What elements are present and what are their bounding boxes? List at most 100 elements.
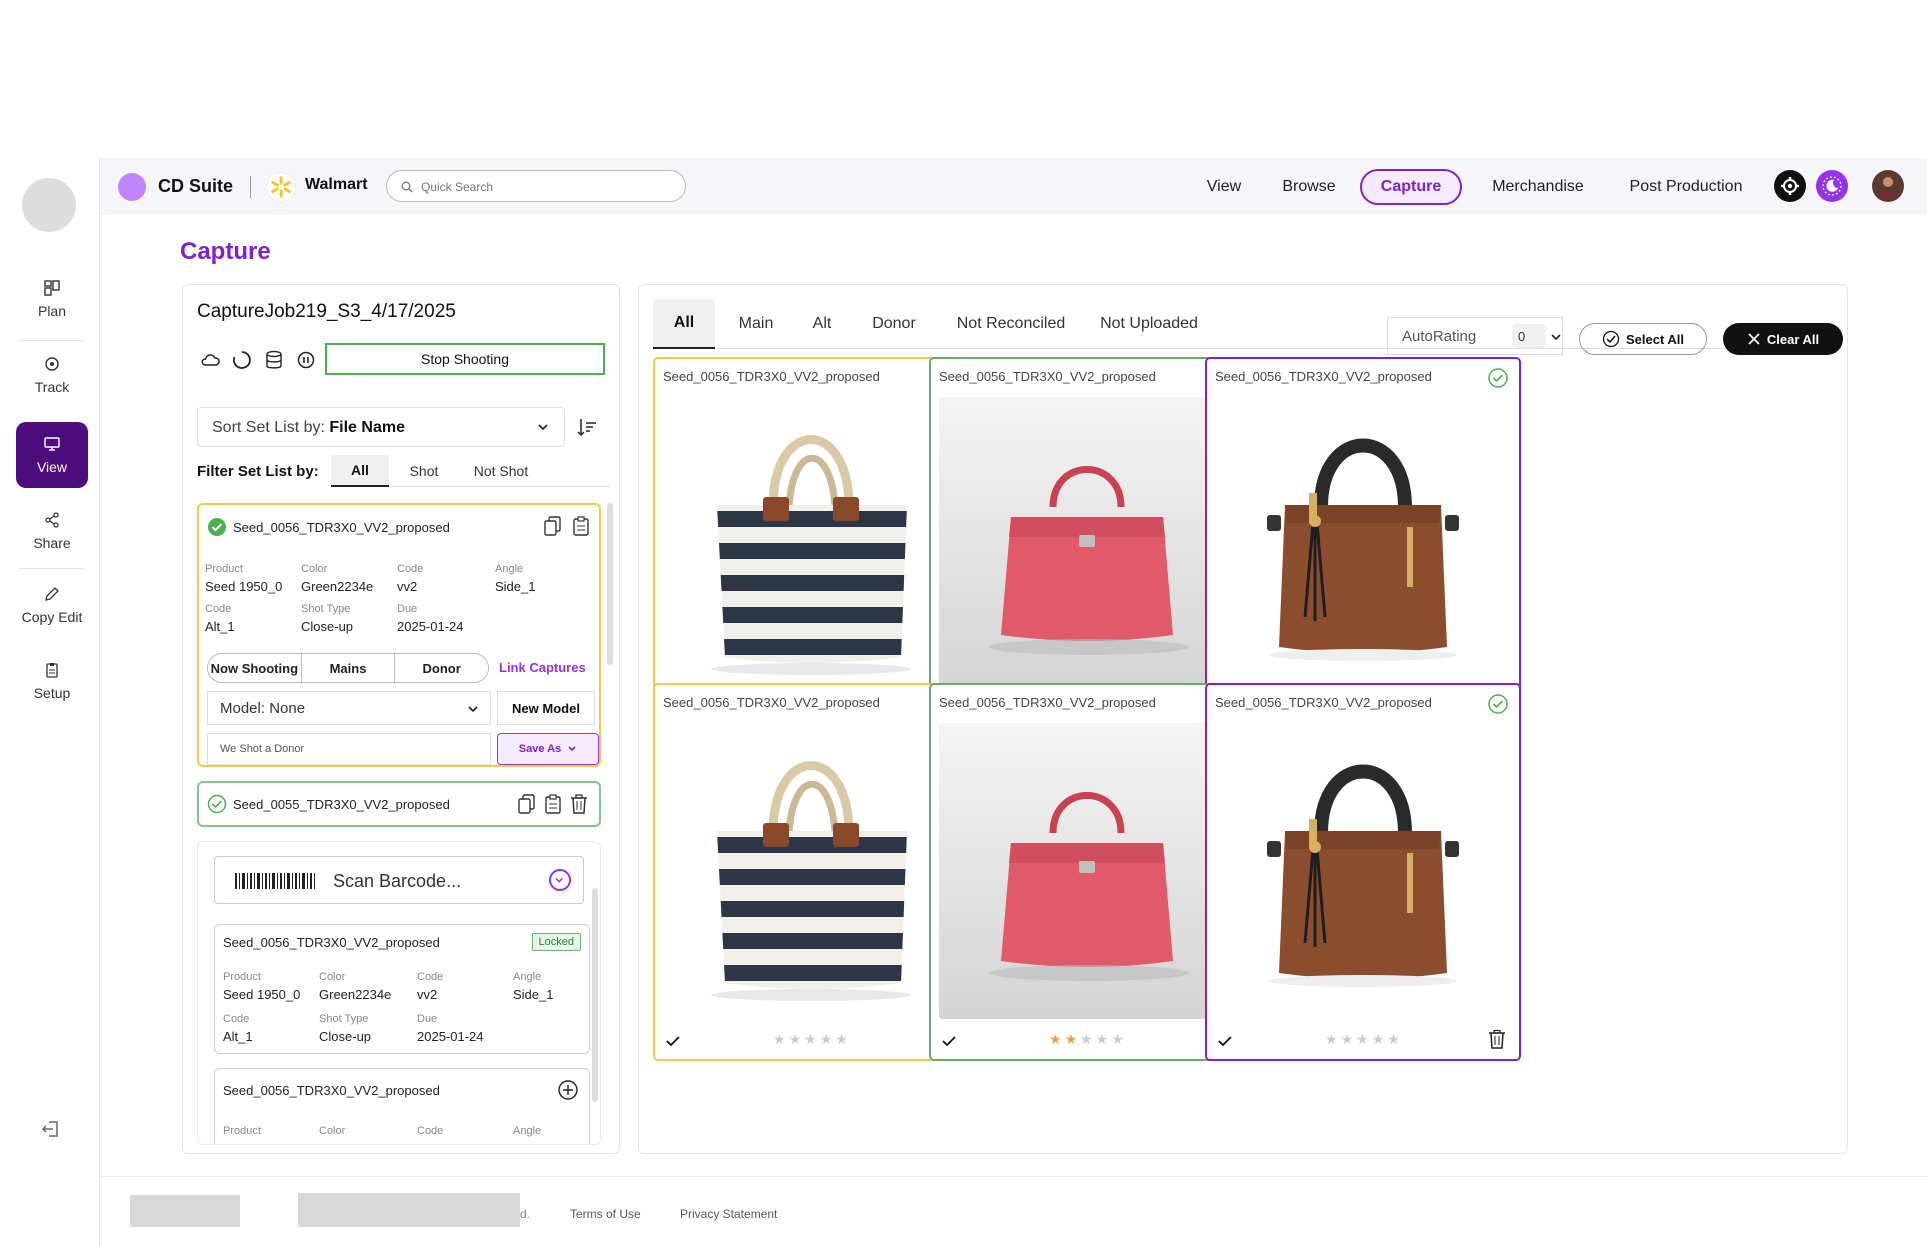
star-icon[interactable]: ★ — [804, 1031, 820, 1047]
star-rating[interactable]: ★★★★★ — [1049, 1031, 1127, 1048]
tab-main[interactable]: Main — [723, 299, 789, 349]
autorating-select[interactable]: AutoRating 0 — [1387, 317, 1563, 355]
terms-of-use-link[interactable]: Terms of Use — [570, 1207, 641, 1221]
checkmark-icon[interactable] — [1217, 1033, 1233, 1049]
database-icon[interactable] — [263, 349, 285, 371]
new-model-button[interactable]: New Model — [497, 691, 595, 725]
tab-not-reconciled[interactable]: Not Reconciled — [945, 299, 1077, 349]
scanned-set-card[interactable]: Seed_0056_TDR3X0_VV2_proposed Locked Pro… — [214, 924, 590, 1054]
star-rating[interactable]: ★★★★★ — [773, 1031, 851, 1048]
filter-tab-shot[interactable]: Shot — [395, 455, 453, 487]
filter-tab-all[interactable]: All — [331, 455, 389, 487]
capture-tile[interactable]: Seed_0056_TDR3X0_VV2_proposed ★★★★★ — [1205, 357, 1521, 735]
cloud-icon[interactable] — [199, 349, 221, 371]
star-icon[interactable]: ★ — [1065, 1031, 1081, 1047]
scanned-set-card[interactable]: Seed_0056_TDR3X0_VV2_proposed Product Co… — [214, 1068, 590, 1144]
capture-tile[interactable]: Seed_0056_TDR3X0_VV2_proposed ★★★★★ — [653, 683, 969, 1061]
nav-merchandise[interactable]: Merchandise — [1476, 169, 1600, 205]
sidebar-item-view[interactable]: View — [16, 422, 88, 488]
product-image-striped-tote[interactable] — [663, 723, 959, 1019]
divider — [18, 340, 84, 341]
stop-shooting-button[interactable]: Stop Shooting — [325, 343, 605, 375]
star-icon[interactable]: ★ — [1387, 1031, 1403, 1047]
sort-select[interactable]: Sort Set List by: File Name — [197, 407, 565, 447]
clipboard-icon[interactable] — [543, 793, 563, 815]
product-image-brown-tote[interactable] — [1215, 723, 1511, 1019]
chevron-down-icon — [538, 424, 548, 431]
star-icon[interactable]: ★ — [1341, 1031, 1357, 1047]
star-icon[interactable]: ★ — [835, 1031, 851, 1047]
settings-gear-icon[interactable] — [1774, 170, 1806, 202]
user-avatar[interactable] — [1872, 170, 1904, 202]
trash-icon[interactable] — [1487, 1029, 1507, 1049]
star-icon[interactable]: ★ — [1049, 1031, 1065, 1047]
nav-capture[interactable]: Capture — [1360, 169, 1462, 205]
mains-button[interactable]: Mains — [302, 654, 396, 682]
capture-tile[interactable]: Seed_0056_TDR3X0_VV2_proposed ★★★★★ — [929, 683, 1245, 1061]
capture-tile[interactable]: Seed_0056_TDR3X0_VV2_proposed ★★★★★ — [653, 357, 969, 735]
link-captures-link[interactable]: Link Captures — [499, 660, 586, 675]
avatar[interactable] — [22, 178, 76, 232]
search-bar[interactable] — [386, 170, 686, 202]
product-image-brown-tote[interactable] — [1215, 397, 1511, 693]
product-image-striped-tote[interactable] — [663, 397, 959, 693]
capture-tile[interactable]: Seed_0056_TDR3X0_VV2_proposed ★★★★★ — [929, 357, 1245, 735]
save-as-button[interactable]: Save As — [497, 733, 599, 765]
star-icon[interactable]: ★ — [789, 1031, 805, 1047]
clear-all-button[interactable]: Clear All — [1723, 323, 1843, 355]
copy-icon[interactable] — [517, 793, 537, 815]
nav-post-production[interactable]: Post Production — [1616, 169, 1756, 205]
checkmark-icon[interactable] — [941, 1033, 957, 1049]
tab-alt[interactable]: Alt — [797, 299, 847, 349]
tab-donor[interactable]: Donor — [857, 299, 931, 349]
checkmark-icon[interactable] — [665, 1033, 681, 1049]
chevron-down-icon[interactable] — [549, 869, 571, 891]
star-icon[interactable]: ★ — [1372, 1031, 1388, 1047]
tab-not-uploaded[interactable]: Not Uploaded — [1087, 299, 1211, 349]
check-circle-icon[interactable] — [1487, 367, 1509, 389]
nav-view[interactable]: View — [1196, 169, 1252, 205]
star-icon[interactable]: ★ — [1356, 1031, 1372, 1047]
capture-name: Seed_0056_TDR3X0_VV2_proposed — [663, 369, 880, 384]
sidebar-item-copy-edit[interactable]: Copy Edit — [16, 572, 88, 638]
set-card-selected[interactable]: Seed_0056_TDR3X0_VV2_proposed Product Se… — [197, 503, 601, 767]
sidebar-item-share[interactable]: Share — [16, 498, 88, 564]
clipboard-icon[interactable] — [571, 515, 591, 537]
donor-button[interactable]: Donor — [395, 654, 488, 682]
sidebar: Plan Track View Share Copy Edit Setup — [0, 158, 100, 1246]
scrollbar[interactable] — [592, 888, 598, 1102]
now-shooting-button[interactable]: Now Shooting — [208, 654, 302, 682]
sidebar-item-plan[interactable]: Plan — [16, 266, 88, 332]
trash-icon[interactable] — [569, 793, 589, 815]
tab-all[interactable]: All — [653, 299, 715, 349]
product-image-pink-handbag[interactable] — [939, 397, 1235, 693]
product-image-pink-handbag[interactable] — [939, 723, 1235, 1019]
scrollbar[interactable] — [607, 503, 613, 665]
capture-tile[interactable]: Seed_0056_TDR3X0_VV2_proposed ★★★★★ — [1205, 683, 1521, 1061]
check-circle-icon[interactable] — [1487, 693, 1509, 715]
privacy-statement-link[interactable]: Privacy Statement — [680, 1207, 777, 1221]
star-icon[interactable]: ★ — [1096, 1031, 1112, 1047]
select-all-button[interactable]: Select All — [1579, 323, 1707, 355]
sidebar-item-setup[interactable]: Setup — [16, 648, 88, 714]
set-card[interactable]: Seed_0055_TDR3X0_VV2_proposed — [197, 781, 601, 827]
star-rating[interactable]: ★★★★★ — [1325, 1031, 1403, 1048]
donor-note-input[interactable]: We Shot a Donor — [207, 733, 491, 765]
search-input[interactable] — [421, 177, 671, 197]
model-select[interactable]: Model: None — [207, 691, 491, 725]
add-circle-icon[interactable] — [557, 1079, 579, 1101]
star-icon[interactable]: ★ — [1111, 1031, 1127, 1047]
sidebar-item-track[interactable]: Track — [16, 342, 88, 408]
pause-icon[interactable] — [295, 349, 317, 371]
filter-tab-not-shot[interactable]: Not Shot — [461, 455, 541, 487]
star-icon[interactable]: ★ — [773, 1031, 789, 1047]
star-icon[interactable]: ★ — [820, 1031, 836, 1047]
theme-moon-icon[interactable] — [1816, 170, 1848, 202]
logout-icon[interactable] — [40, 1118, 62, 1140]
sort-order-icon[interactable] — [575, 415, 599, 439]
copy-icon[interactable] — [543, 515, 563, 537]
star-icon[interactable]: ★ — [1325, 1031, 1341, 1047]
star-icon[interactable]: ★ — [1080, 1031, 1096, 1047]
scan-barcode-field[interactable]: Scan Barcode... — [214, 856, 584, 904]
nav-browse[interactable]: Browse — [1272, 169, 1346, 205]
